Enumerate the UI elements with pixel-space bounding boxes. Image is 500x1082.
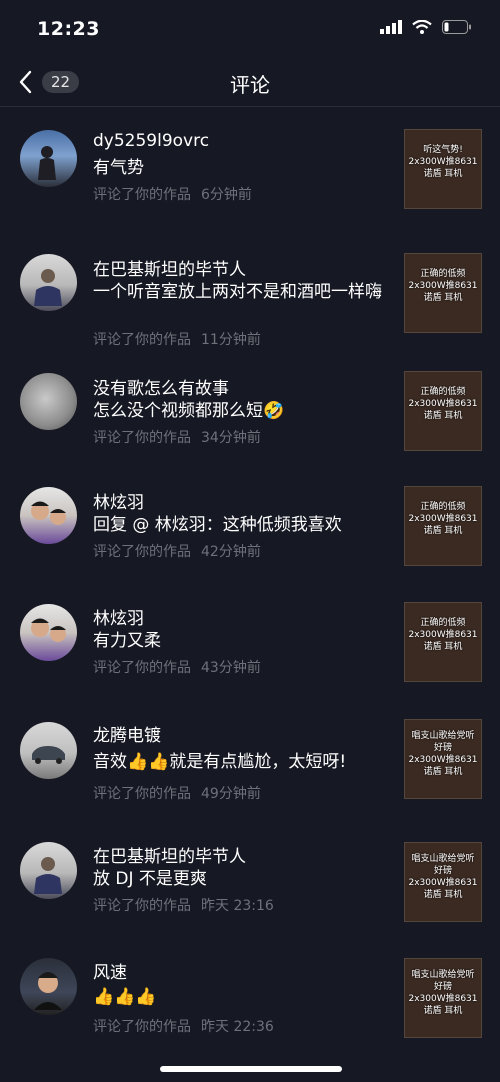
comment-text: 放 DJ 不是更爽	[93, 869, 207, 889]
video-thumbnail[interactable]: 唱支山歌给党听 好磅 2x300W推8631 诺盾 耳机	[404, 719, 482, 799]
action-text: 评论了你的作品	[93, 332, 191, 348]
avatar[interactable]	[20, 373, 77, 430]
thumbnail-caption: 唱支山歌给党听 好磅 2x300W推8631 诺盾 耳机	[408, 731, 478, 777]
comment-meta: 评论了你的作品 34分钟前	[93, 427, 261, 447]
home-indicator[interactable]	[160, 1066, 342, 1072]
avatar[interactable]	[20, 487, 77, 544]
list-item[interactable]: 龙腾电镀 音效👍👍就是有点尴尬，太短呀! 评论了你的作品 49分钟前 唱支山歌给党…	[0, 695, 500, 820]
user-name[interactable]: 林炫羽	[93, 488, 144, 513]
timestamp: 11分钟前	[201, 332, 261, 348]
user-name[interactable]: 风速	[93, 958, 127, 983]
comment-text: 有气势	[93, 158, 144, 178]
page-title: 评论	[230, 73, 270, 97]
list-item[interactable]: 没有歌怎么有故事 怎么没个视频都那么短🤣 评论了你的作品 34分钟前 正确的低频 2…	[0, 347, 500, 462]
list-item[interactable]: dy5259l9ovrc 有气势 评论了你的作品 6分钟前 听这气势! 2x300W…	[0, 107, 500, 223]
video-thumbnail[interactable]: 唱支山歌给党听 好磅 2x300W推8631 诺盾 耳机	[404, 842, 482, 922]
avatar[interactable]	[20, 130, 77, 187]
user-name[interactable]: 林炫羽	[93, 604, 144, 629]
avatar[interactable]	[20, 254, 77, 311]
action-text: 评论了你的作品	[93, 660, 191, 676]
comment-meta: 评论了你的作品 6分钟前	[93, 184, 252, 204]
list-item[interactable]: 在巴基斯坦的毕节人 放 DJ 不是更爽 评论了你的作品 昨天 23:16 唱支山歌…	[0, 820, 500, 936]
timestamp: 34分钟前	[201, 430, 261, 446]
timestamp: 42分钟前	[201, 544, 261, 560]
timestamp: 昨天 22:36	[201, 1019, 274, 1035]
status-icons	[380, 20, 472, 34]
thumbnail-caption: 正确的低频 2x300W推8631 诺盾 耳机	[408, 502, 478, 536]
battery-icon	[442, 20, 471, 34]
action-text: 评论了你的作品	[93, 1019, 191, 1035]
nav-bar: 22 评论	[0, 60, 500, 107]
thumbnail-caption: 唱支山歌给党听 好磅 2x300W推8631 诺盾 耳机	[408, 854, 478, 900]
thumbnail-caption: 唱支山歌给党听 好磅 2x300W推8631 诺盾 耳机	[408, 970, 478, 1016]
video-thumbnail[interactable]: 正确的低频 2x300W推8631 诺盾 耳机	[404, 371, 482, 451]
comment-meta: 评论了你的作品 昨天 23:16	[93, 895, 274, 915]
user-name[interactable]: 没有歌怎么有故事	[93, 374, 229, 399]
comment-text: 音效👍👍就是有点尴尬，太短呀!	[93, 752, 347, 772]
user-name[interactable]: 龙腾电镀	[93, 721, 161, 746]
list-item[interactable]: 在巴基斯坦的毕节人 一个听音室放上两对不是和酒吧一样嗨 评论了你的作品 11分钟前…	[0, 223, 500, 349]
action-text: 评论了你的作品	[93, 187, 191, 203]
comment-text: 怎么没个视频都那么短🤣	[93, 401, 285, 421]
avatar[interactable]	[20, 604, 77, 661]
user-name[interactable]: 在巴基斯坦的毕节人	[93, 842, 246, 867]
list-item[interactable]: 风速 👍👍👍 评论了你的作品 昨天 22:36 唱支山歌给党听 好磅 2x300W推8…	[0, 936, 500, 1048]
list-item[interactable]: 林炫羽 有力又柔 评论了你的作品 43分钟前 正确的低频 2x300W推8631 诺盾…	[0, 578, 500, 695]
avatar[interactable]	[20, 958, 77, 1015]
comment-meta: 评论了你的作品 49分钟前	[93, 783, 261, 803]
thumbnail-caption: 正确的低频 2x300W推8631 诺盾 耳机	[408, 269, 478, 303]
wifi-icon	[412, 20, 432, 34]
thumbnail-caption: 听这气势! 2x300W推8631 诺盾 耳机	[408, 145, 478, 179]
video-thumbnail[interactable]: 听这气势! 2x300W推8631 诺盾 耳机	[404, 129, 482, 209]
video-thumbnail[interactable]: 正确的低频 2x300W推8631 诺盾 耳机	[404, 602, 482, 682]
comment-meta: 评论了你的作品 42分钟前	[93, 541, 261, 561]
avatar[interactable]	[20, 722, 77, 779]
comment-text: 一个听音室放上两对不是和酒吧一样嗨	[93, 282, 382, 302]
video-thumbnail[interactable]: 唱支山歌给党听 好磅 2x300W推8631 诺盾 耳机	[404, 958, 482, 1038]
action-text: 评论了你的作品	[93, 898, 191, 914]
action-text: 评论了你的作品	[93, 544, 191, 560]
comment-text: 回复 @ 林炫羽：这种低频我喜欢	[93, 515, 342, 535]
timestamp: 49分钟前	[201, 786, 261, 802]
timestamp: 6分钟前	[201, 187, 252, 203]
timestamp: 昨天 23:16	[201, 898, 274, 914]
video-thumbnail[interactable]: 正确的低频 2x300W推8631 诺盾 耳机	[404, 486, 482, 566]
action-text: 评论了你的作品	[93, 786, 191, 802]
comment-text: 有力又柔	[93, 631, 161, 651]
list-item[interactable]: 林炫羽 回复 @ 林炫羽：这种低频我喜欢 评论了你的作品 42分钟前 正确的低频 2…	[0, 462, 500, 578]
comment-meta: 评论了你的作品 43分钟前	[93, 657, 261, 677]
status-bar: 12:23	[0, 0, 500, 60]
video-thumbnail[interactable]: 正确的低频 2x300W推8631 诺盾 耳机	[404, 253, 482, 333]
comment-meta: 评论了你的作品 昨天 22:36	[93, 1016, 274, 1036]
comment-text: 👍👍👍	[93, 987, 157, 1007]
notification-list: dy5259l9ovrc 有气势 评论了你的作品 6分钟前 听这气势! 2x300W…	[0, 107, 500, 1048]
status-time: 12:23	[37, 18, 100, 40]
thumbnail-caption: 正确的低频 2x300W推8631 诺盾 耳机	[408, 618, 478, 652]
user-name[interactable]: 在巴基斯坦的毕节人	[93, 255, 246, 280]
action-text: 评论了你的作品	[93, 430, 191, 446]
timestamp: 43分钟前	[201, 660, 261, 676]
thumbnail-caption: 正确的低频 2x300W推8631 诺盾 耳机	[408, 387, 478, 421]
user-name[interactable]: dy5259l9ovrc	[93, 131, 209, 151]
avatar[interactable]	[20, 842, 77, 899]
signal-icon	[380, 20, 402, 34]
comment-meta: 评论了你的作品 11分钟前	[93, 329, 261, 349]
